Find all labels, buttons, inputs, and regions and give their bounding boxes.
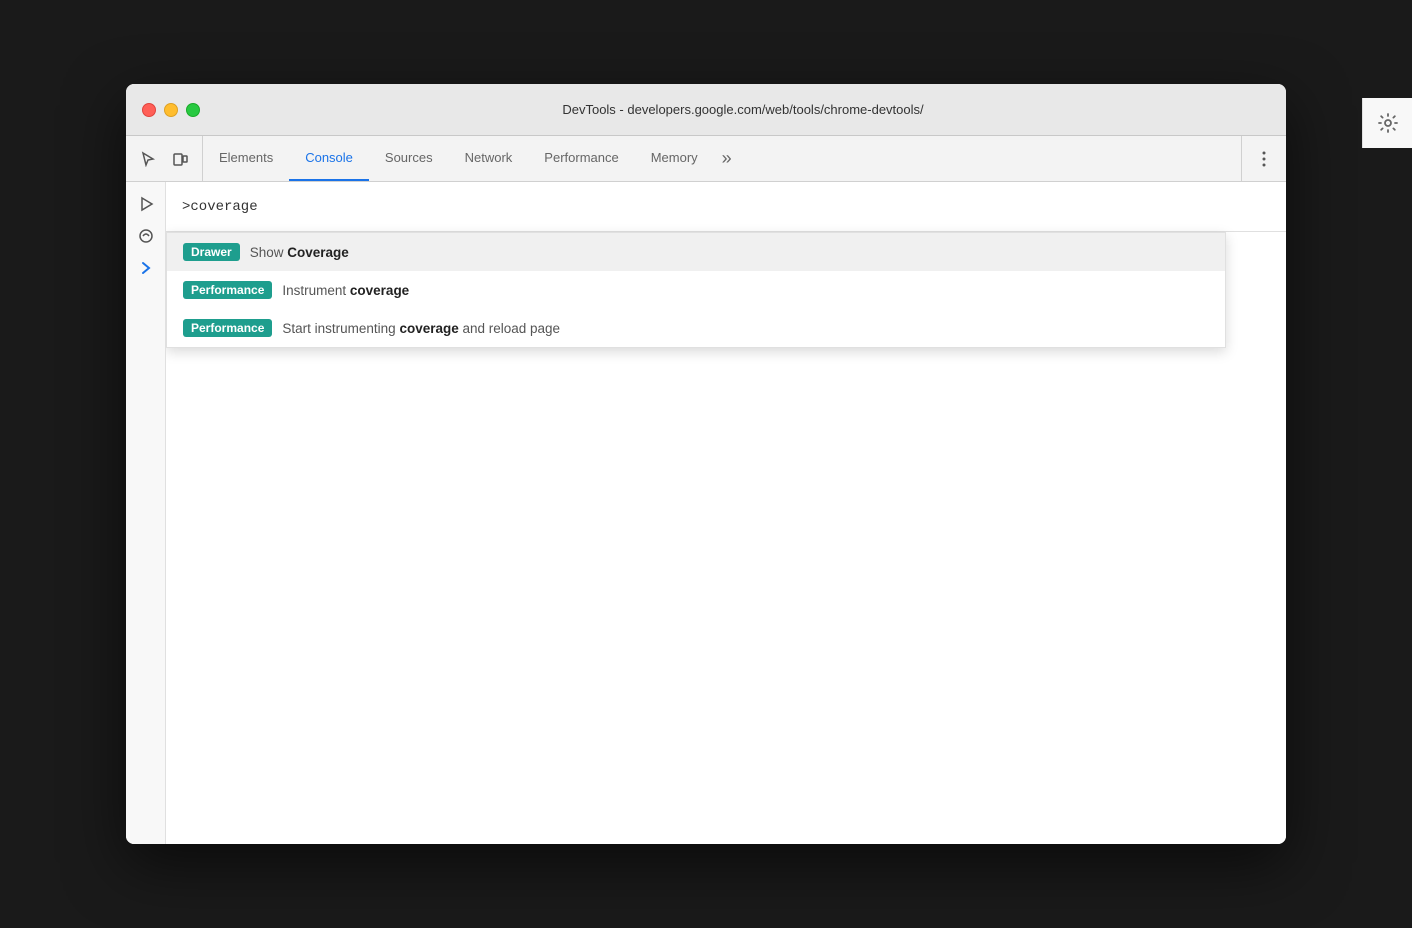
badge-performance-1: Performance bbox=[183, 281, 272, 299]
play-icon bbox=[138, 196, 154, 212]
more-vertical-icon bbox=[1255, 150, 1273, 168]
suggestion-instrument-coverage[interactable]: Performance Instrument coverage bbox=[167, 271, 1225, 309]
filter-icon-button[interactable] bbox=[132, 222, 160, 250]
cursor-icon bbox=[140, 151, 156, 167]
suggestion-text-instrument: Instrument coverage bbox=[282, 283, 409, 298]
sidebar bbox=[126, 182, 166, 844]
tab-sources[interactable]: Sources bbox=[369, 136, 449, 181]
expand-button[interactable] bbox=[132, 254, 160, 282]
suggestion-start-instrumenting[interactable]: Performance Start instrumenting coverage… bbox=[167, 309, 1225, 347]
command-bar bbox=[166, 182, 1286, 232]
close-button[interactable] bbox=[142, 103, 156, 117]
play-icon-button[interactable] bbox=[132, 190, 160, 218]
tab-performance[interactable]: Performance bbox=[528, 136, 634, 181]
minimize-button[interactable] bbox=[164, 103, 178, 117]
tab-elements[interactable]: Elements bbox=[203, 136, 289, 181]
toolbar: Elements Console Sources Network Perform… bbox=[126, 136, 1286, 182]
toolbar-left-icons bbox=[126, 136, 203, 181]
window-title: DevTools - developers.google.com/web/too… bbox=[216, 102, 1270, 117]
content-area: Drawer Show Coverage Performance Instrum… bbox=[166, 182, 1286, 844]
more-tabs-button[interactable]: » bbox=[714, 136, 740, 181]
suggestion-text-show-coverage: Show Coverage bbox=[250, 245, 349, 260]
toolbar-right bbox=[1241, 136, 1286, 181]
filter-icon bbox=[138, 228, 154, 244]
suggestions-dropdown: Drawer Show Coverage Performance Instrum… bbox=[166, 232, 1226, 348]
chevron-right-icon bbox=[139, 261, 153, 275]
command-input[interactable] bbox=[182, 199, 1270, 215]
device-icon bbox=[172, 151, 188, 167]
badge-performance-2: Performance bbox=[183, 319, 272, 337]
maximize-button[interactable] bbox=[186, 103, 200, 117]
suggestion-show-coverage[interactable]: Drawer Show Coverage bbox=[167, 233, 1225, 271]
tab-memory[interactable]: Memory bbox=[635, 136, 714, 181]
toolbar-tabs: Elements Console Sources Network Perform… bbox=[203, 136, 1241, 181]
tab-console[interactable]: Console bbox=[289, 136, 369, 181]
suggestion-text-start: Start instrumenting coverage and reload … bbox=[282, 321, 560, 336]
more-menu-button[interactable] bbox=[1250, 145, 1278, 173]
tab-network[interactable]: Network bbox=[449, 136, 529, 181]
cursor-icon-button[interactable] bbox=[134, 145, 162, 173]
main-content: Drawer Show Coverage Performance Instrum… bbox=[126, 182, 1286, 844]
badge-drawer: Drawer bbox=[183, 243, 240, 261]
traffic-lights bbox=[142, 103, 200, 117]
devtools-window: DevTools - developers.google.com/web/too… bbox=[126, 84, 1286, 844]
device-mode-button[interactable] bbox=[166, 145, 194, 173]
titlebar: DevTools - developers.google.com/web/too… bbox=[126, 84, 1286, 136]
